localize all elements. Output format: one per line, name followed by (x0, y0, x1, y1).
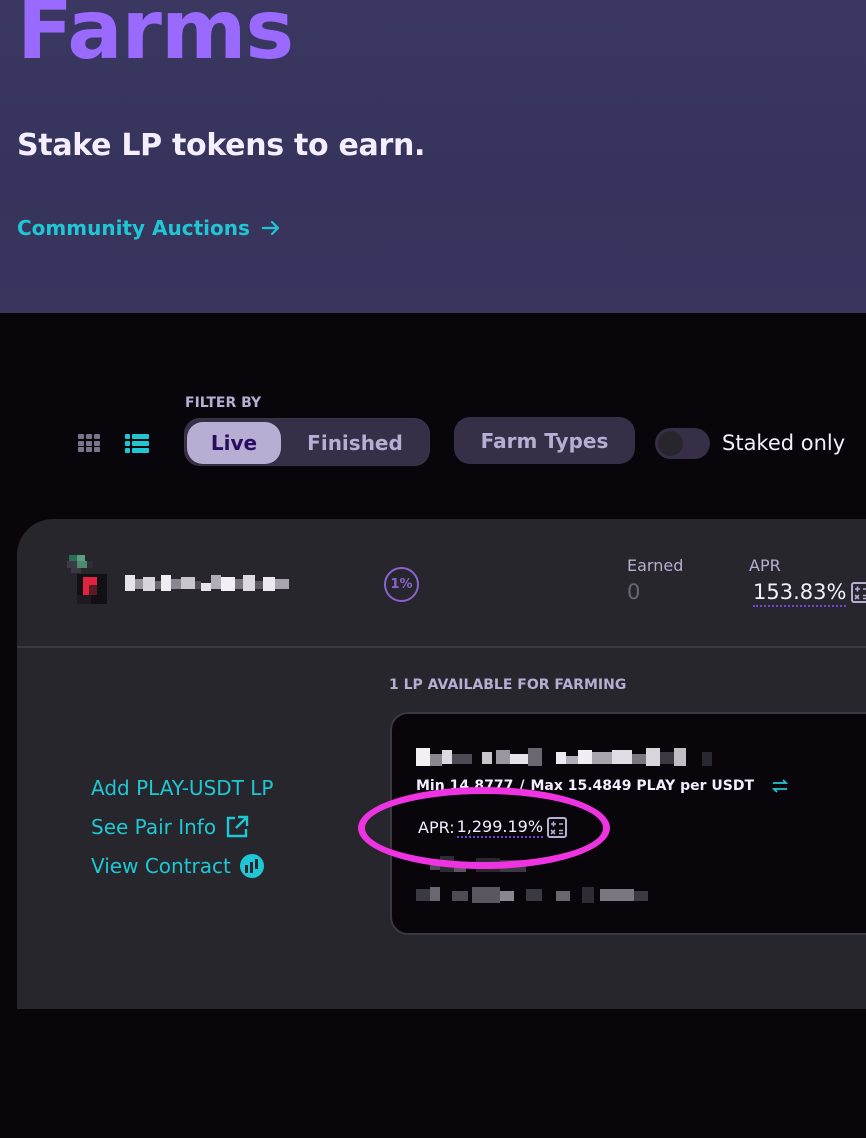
page-header: Farms Stake LP tokens to earn. Community… (0, 0, 866, 313)
apr-value[interactable]: 153.83% (753, 580, 847, 607)
earned-value: 0 (627, 580, 641, 604)
community-auctions-label: Community Auctions (17, 216, 250, 240)
view-contract-label: View Contract (91, 854, 231, 878)
apr-label: APR (749, 556, 781, 575)
community-auctions-link[interactable]: Community Auctions (17, 216, 282, 240)
farm-row-header[interactable]: 1% Earned 0 APR 153.83% (17, 519, 866, 646)
live-finished-toggle: Live Finished (184, 418, 430, 466)
tab-finished[interactable]: Finished (285, 422, 425, 464)
token-pair-logo (67, 555, 107, 604)
add-lp-link[interactable]: Add PLAY-USDT LP (91, 774, 273, 802)
view-contract-link[interactable]: View Contract (91, 852, 273, 880)
position-title-redacted (416, 748, 712, 766)
farm-card: 1% Earned 0 APR 153.83% Add PLAY-USDT LP… (17, 519, 866, 1009)
tab-live[interactable]: Live (187, 422, 281, 464)
highlight-annotation-ring (358, 787, 610, 869)
bscscan-icon (239, 854, 264, 878)
pair-name-redacted (125, 575, 289, 591)
list-view-icon[interactable] (125, 433, 149, 453)
calculator-icon[interactable] (851, 582, 866, 603)
farm-types-button[interactable]: Farm Types (454, 417, 635, 464)
external-link-icon (226, 815, 249, 838)
pair-info-link[interactable]: See Pair Info (91, 813, 273, 841)
staked-only-toggle[interactable] (655, 428, 710, 459)
add-lp-label: Add PLAY-USDT LP (91, 776, 274, 800)
swap-icon[interactable] (772, 779, 788, 793)
card-divider (17, 646, 866, 648)
grid-view-icon[interactable] (78, 434, 101, 452)
page-subtitle: Stake LP tokens to earn. (17, 128, 426, 163)
earned-label: Earned (627, 556, 684, 575)
toggle-knob (658, 431, 683, 456)
page-title: Farms (17, 0, 294, 78)
multiplier-badge: 1% (384, 567, 419, 602)
farm-links: Add PLAY-USDT LP See Pair Info View Cont… (91, 774, 273, 880)
filter-by-label: FILTER BY (185, 395, 262, 411)
pair-info-label: See Pair Info (91, 815, 217, 839)
amount-detail-redacted (416, 887, 648, 903)
arrow-right-icon (261, 220, 279, 236)
staked-only-label: Staked only (722, 431, 846, 455)
range-max: Max 15.4849 PLAY per USDT (530, 778, 754, 794)
lp-available-label: 1 LP AVAILABLE FOR FARMING (389, 677, 627, 693)
